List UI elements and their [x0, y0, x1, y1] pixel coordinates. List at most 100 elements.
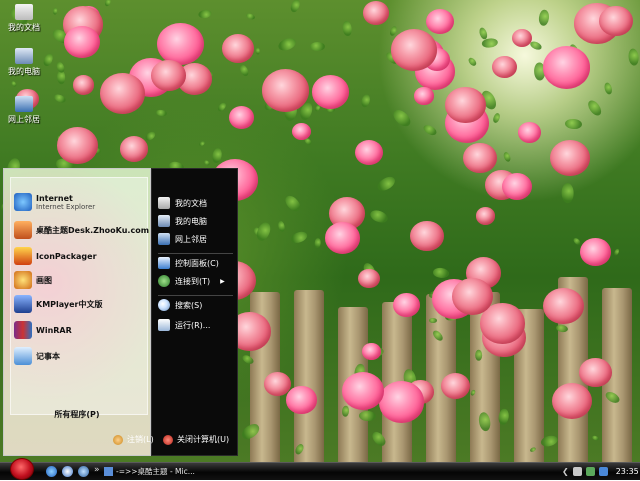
program-title: 记事本 [36, 351, 60, 361]
desktop-icon-my-computer[interactable]: 我的电脑 [0, 48, 48, 77]
network-tray-icon[interactable] [572, 467, 582, 476]
search-icon [158, 299, 170, 311]
rose [221, 34, 254, 64]
folder-icon [15, 4, 33, 20]
media-player-icon[interactable] [78, 466, 89, 477]
leaf [572, 236, 582, 246]
place-label: 我的文档 [175, 198, 207, 208]
place-my-computer[interactable]: 我的电脑 [158, 213, 207, 229]
iconpackager-icon [14, 247, 32, 265]
leaf [282, 192, 303, 214]
rose [262, 69, 310, 112]
program-zhooku-theme[interactable]: 桌酷主题Desk.ZhooKu.com [14, 219, 149, 241]
rose-start-icon [10, 458, 34, 480]
rose [414, 87, 434, 105]
logoff-label: 注销(L) [127, 435, 154, 444]
leaf [375, 173, 398, 194]
rose [551, 382, 592, 420]
rose [324, 221, 361, 254]
leaf [432, 266, 450, 279]
rose [151, 60, 186, 92]
tray-expand-icon[interactable]: ❮ [562, 467, 569, 476]
rose [579, 237, 611, 266]
rose [311, 75, 350, 110]
rose [378, 381, 425, 423]
leaf [627, 47, 639, 66]
program-title: KMPlayer中文版 [36, 299, 103, 309]
rose [475, 207, 496, 225]
leaf [585, 98, 605, 119]
place-connect-to[interactable]: 连接到(T) ▶ [158, 273, 225, 289]
volume-tray-icon[interactable] [598, 467, 608, 476]
leaf [11, 80, 18, 88]
all-programs-button[interactable]: 所有程序(P) [4, 405, 150, 425]
desktop-icon-label: 网上邻居 [8, 115, 40, 124]
leaf [255, 47, 261, 55]
clock[interactable]: 23:35 [616, 467, 639, 476]
place-control-panel[interactable]: 控制面板(C) [158, 255, 219, 271]
computer-icon [15, 48, 33, 64]
places-divider [158, 295, 233, 296]
leaf [603, 81, 614, 96]
security-tray-icon[interactable] [585, 467, 595, 476]
computer-icon [158, 215, 170, 227]
leaf [289, 0, 302, 13]
leaf [254, 220, 274, 243]
leaf [612, 247, 620, 256]
program-notepad[interactable]: 记事本 [14, 345, 60, 367]
leaf [390, 106, 414, 129]
leaf [368, 208, 390, 226]
desktop-icon-my-documents[interactable]: 我的文档 [0, 4, 48, 33]
program-winrar[interactable]: WinRAR [14, 319, 72, 341]
show-desktop-icon[interactable] [62, 466, 73, 477]
program-kmplayer[interactable]: KMPlayer中文版 [14, 293, 103, 315]
quicklaunch-overflow-icon[interactable]: » [94, 465, 100, 475]
desktop-icon-network-places[interactable]: 网上邻居 [0, 96, 48, 125]
leaf [358, 410, 376, 422]
kmplayer-icon [14, 295, 32, 313]
logoff-icon [113, 434, 123, 445]
rose [599, 6, 633, 37]
rose [440, 373, 470, 400]
start-button[interactable] [8, 458, 34, 481]
logoff-button[interactable]: 注销(L) [113, 434, 154, 445]
system-tray: ❮ 23:35 [556, 463, 640, 480]
rose [341, 371, 385, 410]
notepad-icon [14, 347, 32, 365]
place-search[interactable]: 搜索(S) [158, 297, 202, 313]
leaf [561, 183, 574, 203]
place-label: 搜索(S) [175, 300, 203, 310]
rose [543, 288, 584, 325]
leaf [144, 130, 157, 143]
leaf [211, 147, 223, 164]
program-subtitle: Internet Explorer [36, 202, 96, 211]
place-my-documents[interactable]: 我的文档 [158, 195, 207, 211]
rose [445, 87, 486, 124]
place-network[interactable]: 网上邻居 [158, 231, 207, 247]
program-iconpackager[interactable]: IconPackager [14, 245, 97, 267]
internet-explorer-icon[interactable] [46, 466, 57, 477]
shutdown-button[interactable]: 关闭计算机(U) [163, 434, 229, 445]
start-menu-places-pane: 我的文档 我的电脑 网上邻居 控制面板(C) 连接到(T) ▶ 搜索(S) 运行… [151, 168, 238, 456]
desktop-icon-label: 我的文档 [8, 23, 40, 32]
shutdown-label: 关闭计算机(U) [177, 435, 230, 444]
rose [362, 343, 381, 360]
rose [549, 140, 590, 176]
program-title: IconPackager [36, 251, 97, 261]
place-run[interactable]: 运行(R)... [158, 317, 210, 333]
network-icon [158, 233, 170, 245]
leaf [53, 92, 67, 104]
run-icon [158, 319, 170, 331]
leaf [342, 20, 353, 36]
desktop-icon-label: 我的电脑 [8, 67, 40, 76]
program-internet[interactable]: Internet Internet Explorer [14, 191, 95, 213]
program-paint[interactable]: 画图 [14, 269, 52, 291]
control-panel-icon [158, 257, 170, 269]
taskbar-window-label: -=>>桌酷主题 - Mic... [116, 467, 195, 476]
taskbar-window-button[interactable]: -=>>桌酷主题 - Mic... [104, 465, 196, 478]
leaf [502, 150, 512, 163]
leaf [564, 118, 583, 130]
leaf [277, 220, 286, 233]
leaf [276, 35, 298, 53]
rose [228, 106, 254, 130]
